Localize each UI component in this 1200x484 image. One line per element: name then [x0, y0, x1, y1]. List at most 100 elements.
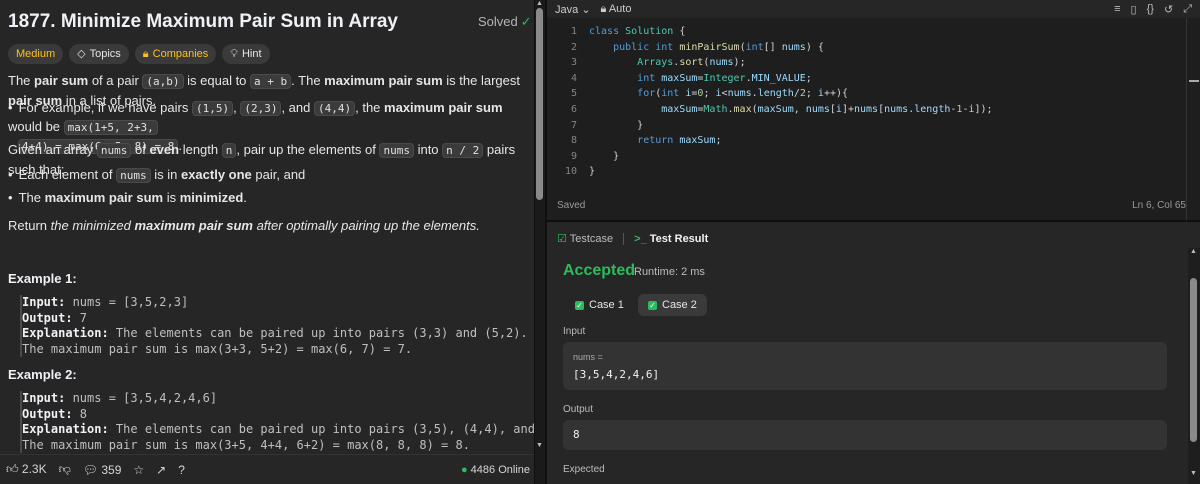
text-italic: the minimized [50, 218, 135, 233]
braces-icon[interactable]: {} [1147, 3, 1154, 16]
inline-code: n / 2 [442, 143, 484, 158]
companies-button[interactable]: 🔒︎ Companies [134, 44, 217, 64]
bookmark-icon[interactable]: ▯ [1131, 3, 1137, 16]
scroll-thumb[interactable] [536, 8, 543, 200]
input-box: nums = [3,5,4,2,4,6] [563, 342, 1167, 390]
text: For example, if we have pairs [18, 100, 192, 115]
cursor-position: Ln 6, Col 65 [1132, 200, 1186, 211]
code-editor[interactable]: Java ⌄ 🔒︎ Auto ≡ ▯ {} ↺ ⤢ 1 2 3 4 5 6 7 … [547, 0, 1200, 220]
text: of [131, 142, 150, 157]
problem-scrollbar[interactable]: ▲ ▼ [535, 0, 545, 484]
bullet-condition-2: • The maximum pair sum is minimized. [8, 190, 247, 205]
tab-test-result[interactable]: >_ Test Result [634, 233, 708, 245]
text: . [243, 190, 247, 205]
case-2-tab[interactable]: ✓ Case 2 [638, 294, 707, 316]
code-text[interactable]: class Solution { public int minPairSum(i… [589, 24, 993, 180]
help-icon[interactable]: ? [178, 463, 185, 477]
solved-status: Solved ✓ [478, 14, 532, 30]
runtime: Runtime: 2 ms [634, 266, 705, 278]
value: nums = [3,5,2,3] [65, 295, 189, 309]
lock-icon: 🔒︎ [142, 48, 149, 60]
text: is in [150, 167, 181, 182]
mode-button[interactable]: 🔒︎ Auto [601, 3, 632, 16]
check-circle-icon: ✓ [520, 14, 532, 29]
solved-label: Solved [478, 14, 518, 29]
result-panel: ☑ Testcase >_ Test Result Accepted Runti… [547, 222, 1200, 484]
format-icon[interactable]: ≡ [1114, 3, 1120, 16]
editor-scrollbar[interactable] [1186, 18, 1200, 220]
language-label: Java [555, 3, 579, 16]
line-number: 8 [570, 135, 577, 147]
example-2-block: Input: nums = [3,5,4,2,4,6] Output: 8 Ex… [20, 391, 534, 453]
output-label: Output [563, 404, 594, 415]
text: , pair up the elements of [236, 142, 380, 157]
text: Each element of [18, 167, 117, 182]
scroll-marker [1189, 80, 1199, 82]
line-number: 5 [570, 88, 577, 100]
case-1-tab[interactable]: ✓ Case 1 [565, 294, 634, 316]
label: Output: [22, 406, 73, 421]
check-icon: ✓ [575, 301, 584, 310]
value: The elements can be paired up into pairs… [115, 422, 534, 436]
label: Input: [22, 295, 66, 309]
reset-icon[interactable]: ↺ [1164, 3, 1173, 16]
like-button[interactable]: 👍︎ 2.3K [6, 462, 47, 477]
output-value: 8 [573, 428, 580, 441]
problem-title[interactable]: 1877. Minimize Maximum Pair Sum in Array [8, 11, 398, 33]
problem-footer: 👍︎ 2.3K 👎︎ 💬︎ 359 ☆ ↗ ? [0, 454, 534, 484]
lightbulb-icon: 💡︎ [230, 48, 238, 60]
line-number: 9 [570, 150, 577, 162]
language-select[interactable]: Java ⌄ [555, 3, 591, 16]
text-bold: minimized [179, 190, 244, 205]
comments-button[interactable]: 💬︎ 359 [83, 463, 122, 477]
input-value: [3,5,4,2,4,6] [573, 368, 660, 381]
inline-code: (a,b) [142, 74, 184, 89]
value: The maximum pair sum is max(3+3, 5+2) = … [22, 341, 413, 356]
bullet-dot: • [8, 167, 13, 182]
text: Given an array [8, 142, 97, 157]
inline-code: (1,5) [191, 101, 234, 116]
bullet-dot: • [8, 190, 13, 205]
share-icon[interactable]: ↗ [156, 463, 166, 477]
result-status: Accepted [563, 262, 636, 279]
text-bold: maximum pair sum [384, 100, 503, 115]
inline-code: max(1+5, 2+3, [63, 120, 158, 135]
text: The [18, 190, 45, 205]
case-label: Case 2 [662, 299, 697, 311]
text-bold: maximum pair sum [44, 190, 164, 205]
hint-label: Hint [241, 48, 262, 60]
dislike-button[interactable]: 👎︎ [59, 462, 71, 477]
inline-code: n [221, 143, 237, 158]
editor-actions: ≡ ▯ {} ↺ ⤢ [1114, 3, 1192, 16]
line-number: 1 [570, 26, 577, 37]
topics-button[interactable]: ◇ Topics [69, 44, 129, 64]
line-number: 3 [570, 57, 577, 69]
value: The maximum pair sum is max(3+5, 4+4, 6+… [22, 437, 470, 452]
scroll-down-icon[interactable]: ▼ [1190, 470, 1197, 477]
text: pair, and [251, 167, 306, 182]
tab-testcase[interactable]: ☑ Testcase [557, 232, 613, 245]
scroll-thumb[interactable] [1190, 278, 1197, 442]
tag-icon: ◇ [77, 48, 86, 60]
tag-bar: Medium ◇ Topics 🔒︎ Companies 💡︎ Hint [8, 44, 270, 64]
terminal-icon: >_ [634, 232, 647, 245]
inline-code: a + b [250, 74, 292, 89]
text: would be [8, 119, 64, 134]
text: Return [8, 218, 51, 233]
scroll-up-icon[interactable]: ▲ [536, 0, 543, 7]
tab-divider [623, 232, 625, 245]
scroll-down-icon[interactable]: ▼ [536, 442, 543, 449]
result-scrollbar[interactable]: ▲ ▼ [1188, 248, 1200, 484]
lock-icon: 🔒︎ [600, 2, 607, 15]
hint-button[interactable]: 💡︎ Hint [222, 44, 270, 64]
example-1-block: Input: nums = [3,5,2,3] Output: 7 Explan… [20, 295, 528, 357]
line-number: 2 [570, 41, 577, 53]
star-icon[interactable]: ☆ [133, 463, 144, 477]
text: is equal to [183, 73, 251, 88]
text: , the [355, 100, 385, 115]
comment-icon: 💬︎ [82, 462, 98, 477]
expand-icon[interactable]: ⤢ [1183, 3, 1192, 16]
comment-count: 359 [101, 462, 122, 477]
scroll-up-icon[interactable]: ▲ [1190, 248, 1197, 255]
value: 7 [72, 310, 88, 325]
